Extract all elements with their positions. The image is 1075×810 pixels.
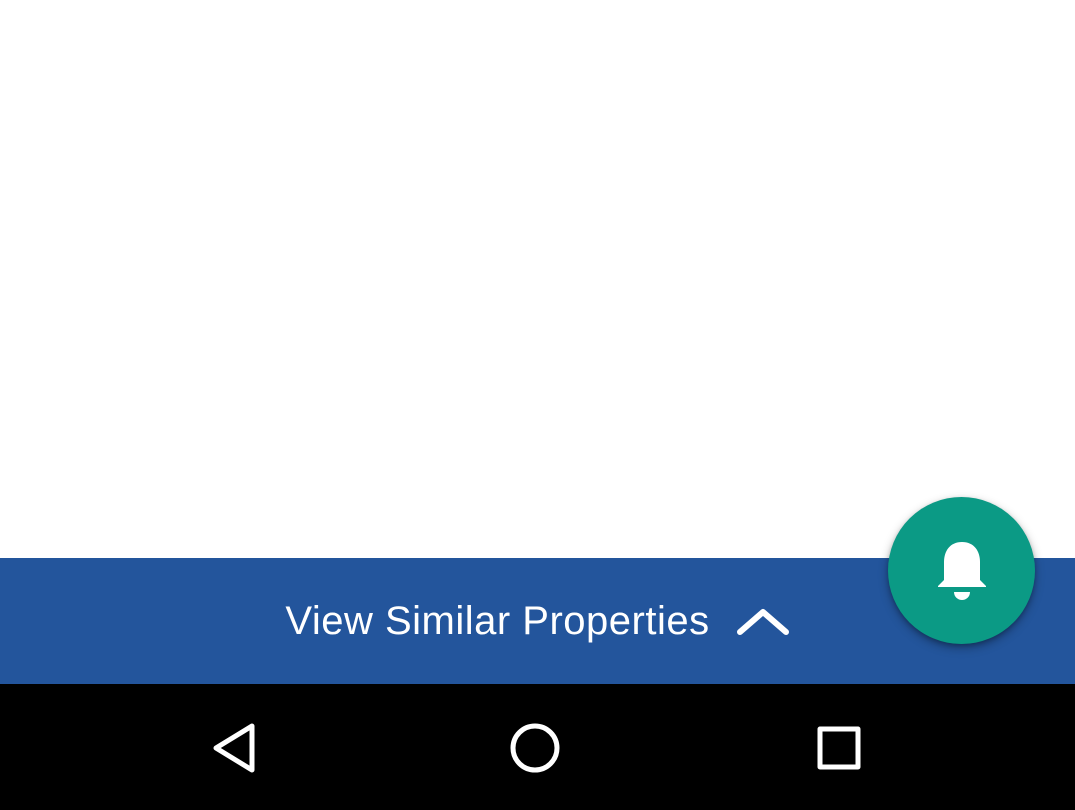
chevron-up-icon [736, 606, 790, 636]
similar-bar-inner: View Similar Properties [285, 599, 789, 644]
home-circle-icon [508, 721, 562, 775]
back-button[interactable] [206, 720, 262, 776]
back-triangle-icon [210, 722, 258, 774]
app-screen: View Similar Properties [0, 0, 1075, 810]
system-navigation-bar [0, 684, 1075, 810]
view-similar-properties-label: View Similar Properties [285, 598, 710, 643]
recents-square-icon [815, 724, 863, 772]
alert-fab-button[interactable] [888, 497, 1035, 644]
home-button[interactable] [507, 720, 563, 776]
content-area [0, 0, 1075, 558]
recents-button[interactable] [811, 720, 867, 776]
bell-icon [934, 540, 990, 602]
